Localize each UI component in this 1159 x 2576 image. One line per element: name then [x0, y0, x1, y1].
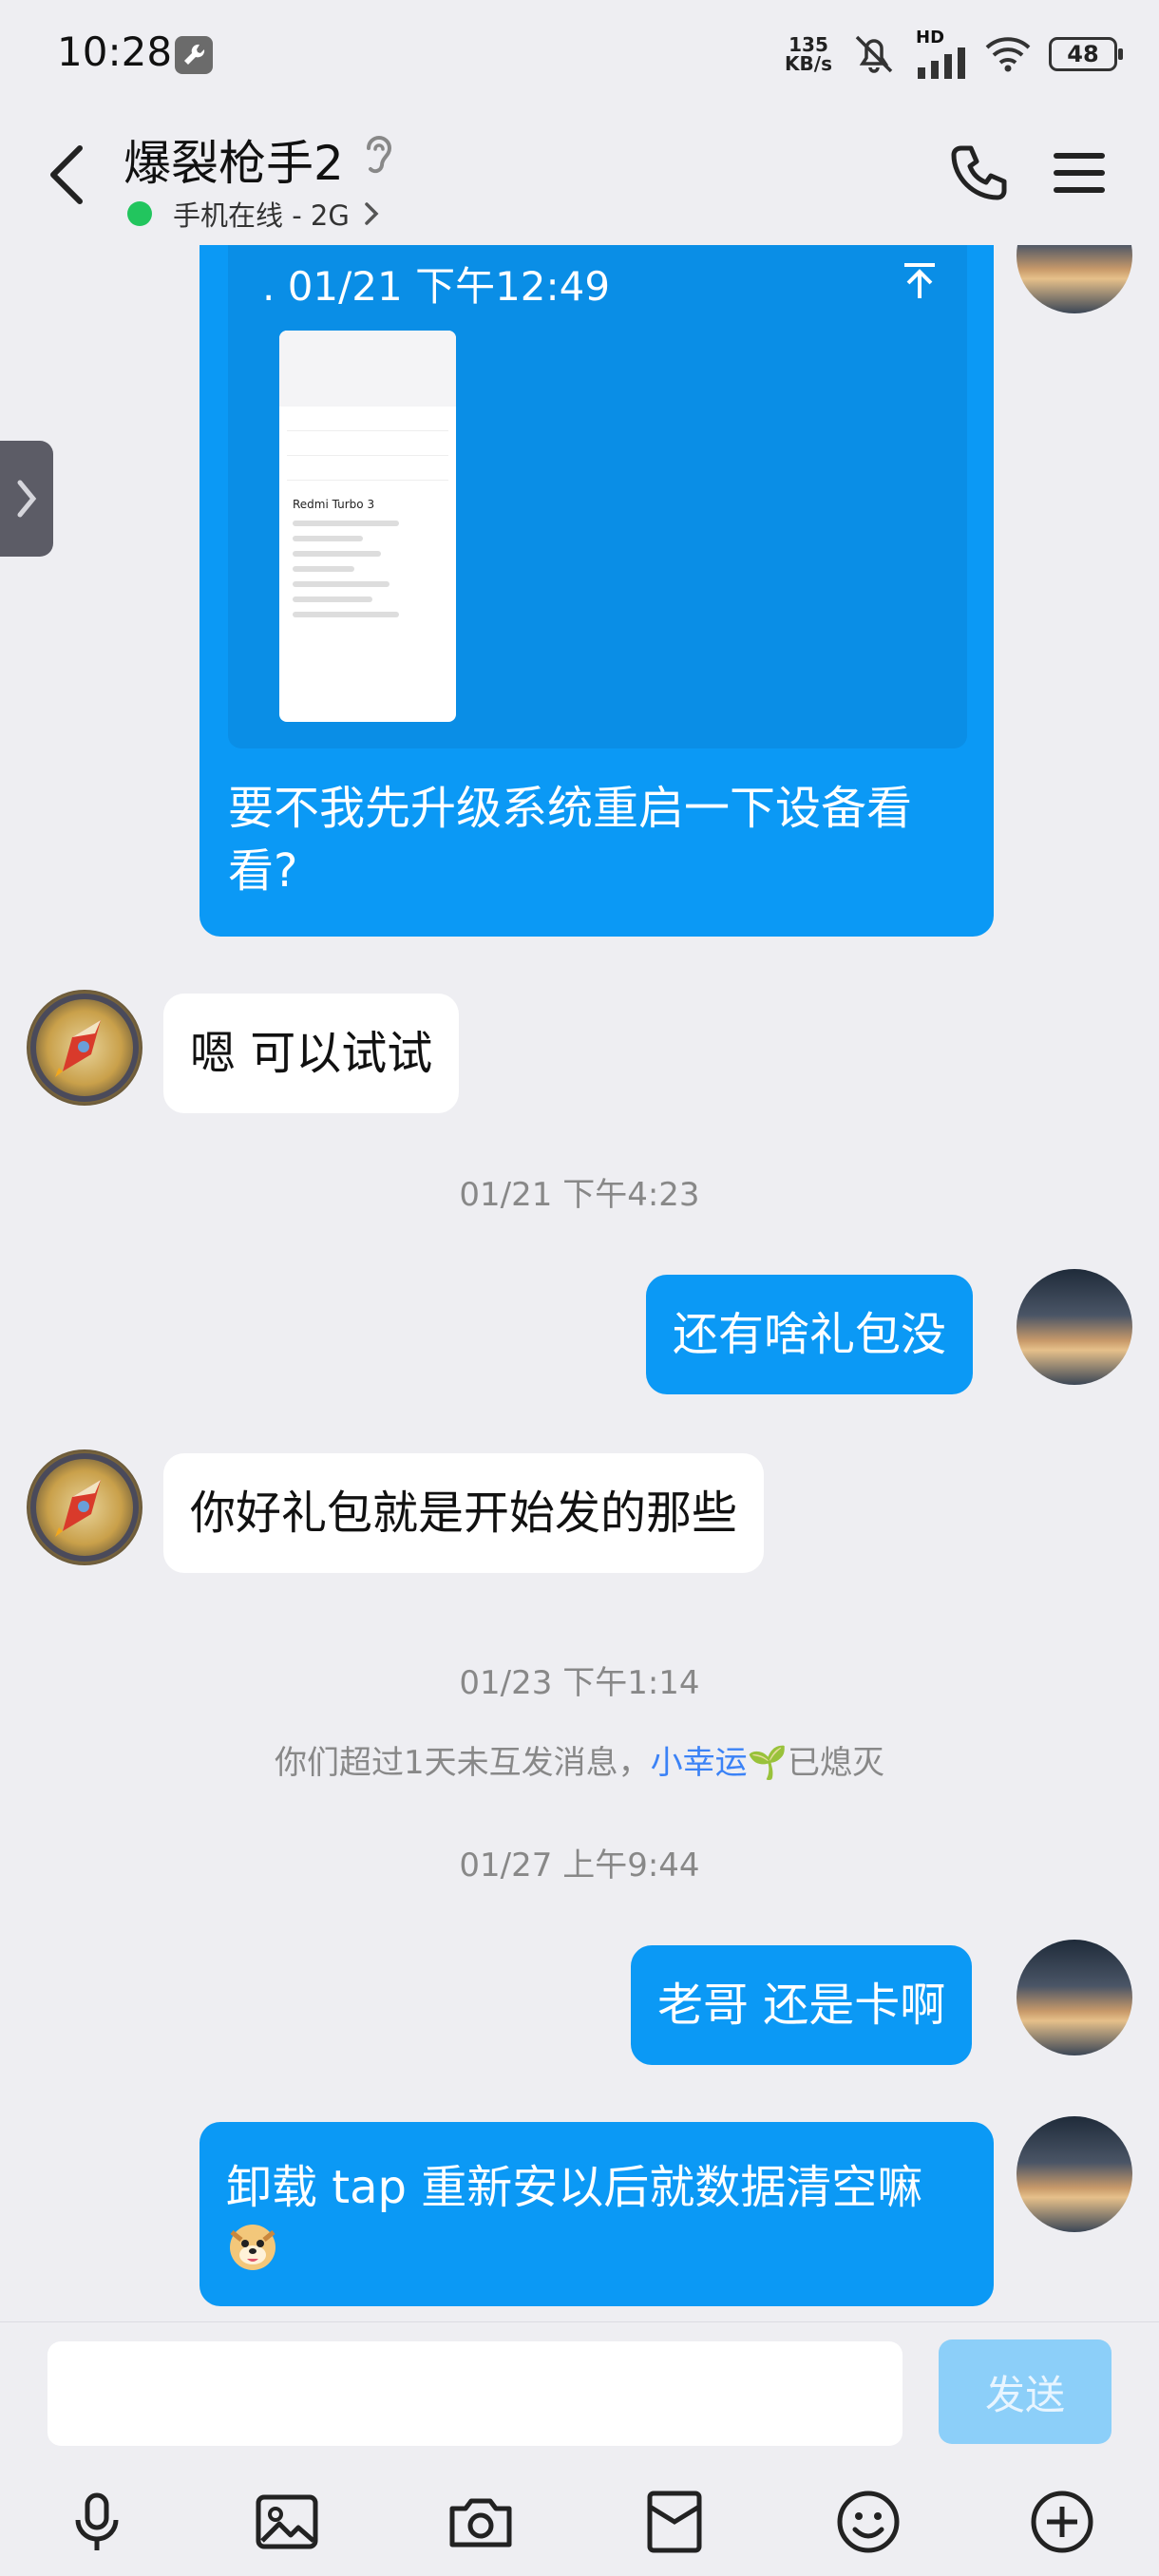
voice-button[interactable] — [63, 2488, 131, 2556]
back-button[interactable] — [38, 137, 95, 213]
thumbnail-model-label: Redmi Turbo 3 — [293, 498, 375, 511]
my-avatar[interactable] — [1016, 1269, 1132, 1385]
message-text: 要不我先升级系统重启一下设备看看? — [228, 782, 913, 898]
dog-emoji-icon — [226, 2219, 279, 2272]
plus-circle-icon — [1031, 2491, 1093, 2553]
menu-button[interactable] — [1051, 144, 1108, 201]
screenshot-thumbnail[interactable]: Redmi Turbo 3 — [279, 331, 456, 722]
collapse-up-icon[interactable] — [899, 260, 940, 302]
message-text: 卸载 tap 重新安以后就数据清空嘛 — [226, 2161, 923, 2214]
timestamp: 01/27 上午9:44 — [459, 1847, 700, 1885]
my-avatar[interactable] — [1016, 1940, 1132, 2055]
rocket-icon — [30, 994, 139, 1102]
message-bubble-sent[interactable]: 卸载 tap 重新安以后就数据清空嘛 — [200, 2122, 994, 2306]
presence-text: 手机在线 - 2G — [173, 199, 350, 232]
contact-avatar[interactable] — [27, 1449, 142, 1565]
system-notice: 你们超过1天未互发消息，小幸运🌱已熄灭 — [275, 1744, 884, 1782]
red-packet-button[interactable] — [640, 2488, 709, 2556]
more-button[interactable] — [1028, 2488, 1096, 2556]
message-input[interactable] — [48, 2341, 902, 2446]
contact-avatar[interactable] — [27, 990, 142, 1106]
streak-link[interactable]: 小幸运 — [651, 1744, 748, 1782]
presence-status[interactable]: 手机在线 - 2G — [127, 194, 380, 234]
chevron-right-icon — [365, 202, 379, 225]
online-dot — [127, 201, 152, 226]
rocket-icon — [30, 1453, 139, 1562]
ear-icon[interactable] — [359, 131, 397, 182]
hd-label: HD — [916, 28, 945, 47]
emoji-button[interactable] — [834, 2488, 902, 2556]
composer: 发送 — [0, 2321, 1159, 2576]
timestamp: 01/21 下午4:23 — [459, 1176, 700, 1214]
image-icon — [256, 2494, 318, 2549]
message-bubble-sent-quote[interactable]: . 01/21 下午12:49 Redmi Turbo 3 要不我先升级系统重启… — [200, 245, 994, 937]
side-drawer-handle[interactable] — [0, 441, 53, 557]
send-button[interactable]: 发送 — [939, 2339, 1112, 2444]
image-button[interactable] — [253, 2488, 321, 2556]
quoted-message-time: . 01/21 下午12:49 — [262, 263, 611, 310]
message-bubble-sent[interactable]: 还有啥礼包没 — [646, 1275, 974, 1394]
battery-indicator: 48 — [1049, 37, 1123, 71]
net-speed: 135 KB/s — [785, 33, 832, 75]
status-bar: 10:28 135 KB/s HD 48 — [0, 0, 1159, 106]
status-icons: 135 KB/s HD 48 — [785, 28, 1123, 80]
my-avatar[interactable] — [1016, 245, 1132, 313]
contact-name[interactable]: 爆裂枪手2 — [124, 125, 344, 194]
camera-button[interactable] — [446, 2488, 515, 2556]
input-toolbar — [0, 2465, 1159, 2576]
wrench-icon — [175, 36, 213, 74]
message-bubble-received[interactable]: 你好礼包就是开始发的那些 — [163, 1453, 765, 1573]
status-time: 10:28 — [57, 28, 173, 75]
sprout-icon: 🌱 — [747, 1744, 788, 1782]
chat-messages[interactable]: . 01/21 下午12:49 Redmi Turbo 3 要不我先升级系统重启… — [0, 245, 1159, 2321]
signal-icon — [918, 47, 965, 79]
timestamp: 01/23 下午1:14 — [459, 1664, 700, 1702]
chevron-right-icon — [17, 480, 37, 518]
chevron-left-icon — [50, 145, 83, 204]
phone-call-button[interactable] — [944, 141, 1011, 207]
camera-icon — [449, 2498, 512, 2548]
smiley-icon — [837, 2491, 900, 2553]
microphone-icon — [75, 2492, 119, 2550]
quoted-message[interactable]: . 01/21 下午12:49 Redmi Turbo 3 — [228, 245, 967, 748]
wifi-icon — [985, 37, 1031, 72]
red-packet-icon — [647, 2491, 702, 2553]
message-bubble-sent[interactable]: 老哥 还是卡啊 — [631, 1945, 973, 2065]
mute-icon — [855, 35, 893, 73]
chat-header: 爆裂枪手2 手机在线 - 2G — [0, 106, 1159, 245]
message-bubble-received[interactable]: 嗯 可以试试 — [163, 994, 460, 1113]
my-avatar[interactable] — [1016, 2116, 1132, 2232]
